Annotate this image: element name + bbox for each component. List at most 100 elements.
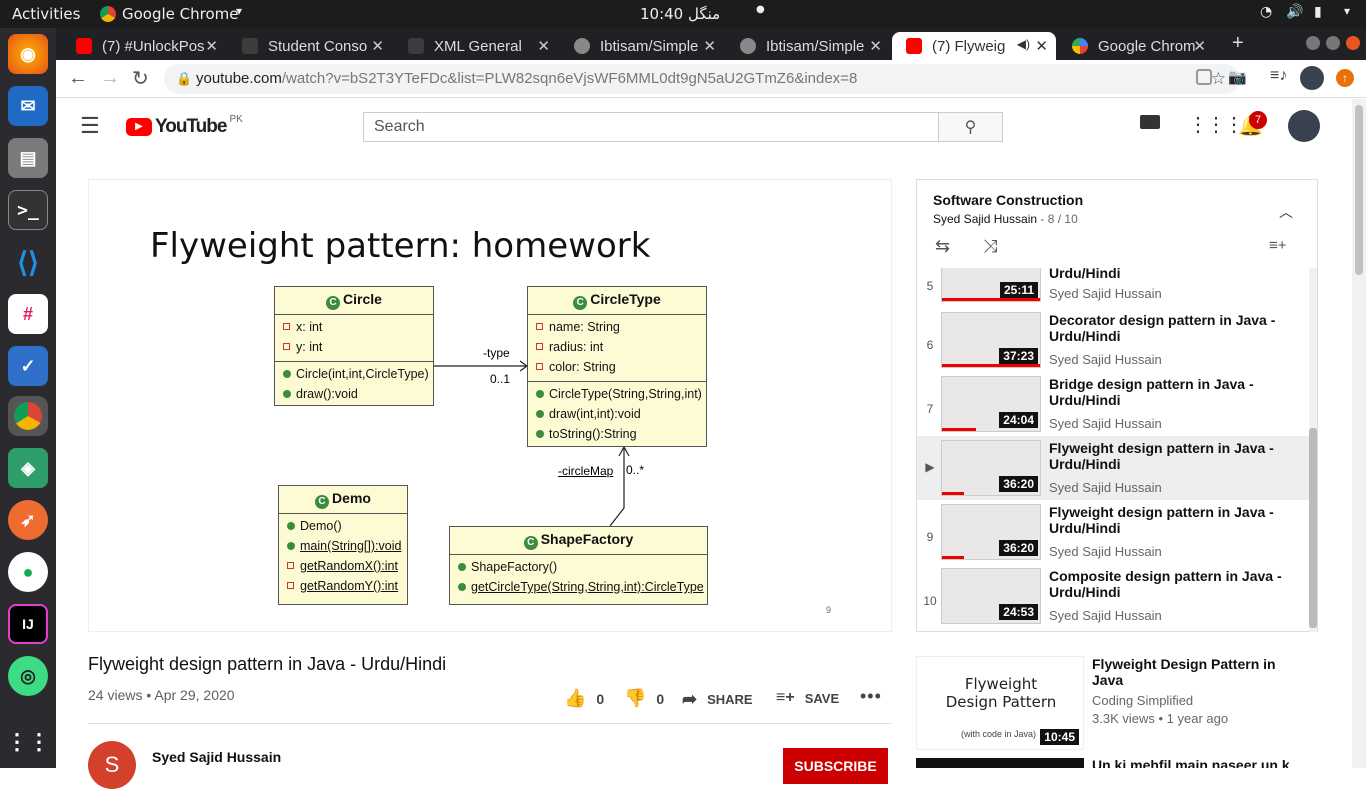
terminal-icon[interactable]: >_ xyxy=(8,190,48,230)
hamburger-menu-icon[interactable]: ☰ xyxy=(80,113,100,139)
firefox-icon[interactable]: ◉ xyxy=(8,34,48,74)
create-video-icon[interactable] xyxy=(1140,115,1160,129)
class-icon: C xyxy=(523,536,538,550)
channel-avatar[interactable]: S xyxy=(88,741,136,789)
close-tab-icon[interactable]: ✕ xyxy=(205,37,218,55)
reload-icon[interactable]: ↻ xyxy=(132,66,149,91)
forward-arrow-icon[interactable]: → xyxy=(100,67,120,90)
clock[interactable]: 10:40 منگل xyxy=(640,5,720,23)
class-icon: C xyxy=(573,296,588,310)
window-close-button[interactable] xyxy=(1346,36,1360,50)
dislike-button[interactable]: 👎 0 xyxy=(624,688,664,709)
close-tab-icon[interactable]: ✕ xyxy=(869,37,882,55)
close-tab-icon[interactable]: ✕ xyxy=(537,37,550,55)
tab-student-console[interactable]: Student Conso ✕ xyxy=(228,32,392,60)
audio-playing-icon[interactable]: ◀) xyxy=(1017,37,1030,51)
intellij-icon[interactable]: IJ xyxy=(8,604,48,644)
youtube-logo[interactable]: ▶ YouTube PK xyxy=(126,114,243,138)
youtube-favicon-icon xyxy=(76,38,92,54)
close-tab-icon[interactable]: ✕ xyxy=(1035,37,1048,55)
close-tab-icon[interactable]: ✕ xyxy=(1193,37,1206,55)
new-tab-plus-icon[interactable]: + xyxy=(1232,32,1244,55)
thunderbird-icon[interactable]: ✉ xyxy=(8,86,48,126)
tab-github-1[interactable]: Ibtisam/Simple ✕ xyxy=(560,32,724,60)
recommended-title[interactable]: Flyweight Design Pattern in Java xyxy=(1092,656,1292,688)
tab-xml-general[interactable]: XML General ✕ xyxy=(394,32,558,60)
wifi-icon[interactable]: ◔ xyxy=(1260,4,1272,20)
close-tab-icon[interactable]: ✕ xyxy=(371,37,384,55)
video-thumbnail: 24:53 xyxy=(941,568,1041,624)
thumbs-up-icon: 👍 xyxy=(564,688,587,708)
search-icon: ⚲ xyxy=(964,119,977,136)
recommended-channel[interactable]: Coding Simplified xyxy=(1092,693,1193,708)
battery-icon[interactable]: ▮ xyxy=(1314,4,1322,20)
search-input[interactable]: Search xyxy=(363,112,939,142)
like-button[interactable]: 👍 0 xyxy=(564,688,604,709)
video-title: Flyweight design pattern in Java - Urdu/… xyxy=(88,654,447,674)
save-button[interactable]: ≡+ SAVE xyxy=(776,689,839,707)
slack-icon[interactable]: # xyxy=(8,294,48,334)
system-menu-chevron-icon[interactable]: ▾ xyxy=(1344,4,1350,18)
playlist-item[interactable]: 6 37:23 Decorator design pattern in Java… xyxy=(917,312,1309,376)
recommended-title[interactable]: Un ki mehfil main naseer un k xyxy=(1092,758,1292,768)
watch-progress xyxy=(942,492,964,495)
window-maximize-button[interactable] xyxy=(1326,36,1340,50)
recommended-thumbnail[interactable] xyxy=(916,758,1084,768)
now-playing-icon: ▶ xyxy=(925,460,935,474)
app-menu[interactable]: Google Chrome xyxy=(122,5,239,23)
playlist-scrollbar[interactable] xyxy=(1309,268,1317,632)
close-tab-icon[interactable]: ✕ xyxy=(703,37,716,55)
tab-flyweight-active[interactable]: (7) Flyweig ◀) ✕ xyxy=(892,32,1056,60)
show-apps-grid-icon[interactable]: ⋮⋮ xyxy=(6,722,50,762)
playlist-title[interactable]: Software Construction xyxy=(933,192,1083,208)
recommended-thumbnail[interactable]: Flyweight Design Pattern (with code in J… xyxy=(916,656,1084,750)
shuffle-icon[interactable]: ⤨ xyxy=(983,236,997,257)
android-studio-icon[interactable]: ◎ xyxy=(8,656,48,696)
loop-playlist-icon[interactable]: ⇆ xyxy=(935,236,950,257)
playlist-item[interactable]: 10 24:53 Composite design pattern in Jav… xyxy=(917,568,1309,632)
files-icon[interactable]: ▤ xyxy=(8,138,48,178)
tab-google-chrome[interactable]: Google Chrom ✕ xyxy=(1058,32,1214,60)
playlist-item[interactable]: 7 24:04 Bridge design pattern in Java - … xyxy=(917,376,1309,440)
address-bar[interactable]: 🔒 youtube.com/watch?v=bS2T3YTeFDc&list=P… xyxy=(164,64,1240,94)
update-menu-icon[interactable]: ↑ xyxy=(1336,69,1354,87)
window-minimize-button[interactable] xyxy=(1306,36,1320,50)
share-button[interactable]: ➦ SHARE xyxy=(682,689,753,710)
subscribe-button[interactable]: SUBSCRIBE xyxy=(783,748,888,784)
playlist-add-icon: ≡+ xyxy=(776,689,795,706)
save-playlist-icon[interactable]: ≡+ xyxy=(1269,237,1287,254)
notification-count-badge: 7 xyxy=(1249,111,1267,129)
page-scrollbar[interactable] xyxy=(1352,99,1366,768)
bookmark-star-icon[interactable]: ☆ xyxy=(1211,64,1226,94)
video-player[interactable]: Flyweight pattern: homework -type 0..1 -… xyxy=(88,179,892,632)
screenshot-extension-icon[interactable]: 📷 xyxy=(1228,68,1247,86)
volume-icon[interactable]: 🔊 xyxy=(1286,4,1303,20)
playlist-item[interactable]: 9 36:20 Flyweight design pattern in Java… xyxy=(917,504,1309,568)
tab-github-2[interactable]: Ibtisam/Simple ✕ xyxy=(726,32,890,60)
extension-icon[interactable] xyxy=(1196,69,1212,85)
profile-avatar[interactable] xyxy=(1300,66,1324,90)
public-method-icon xyxy=(536,410,544,418)
account-avatar[interactable] xyxy=(1288,110,1320,142)
video-thumbnail: 24:04 xyxy=(941,376,1041,432)
more-actions-icon[interactable]: ••• xyxy=(860,686,882,707)
tab-unlockpos[interactable]: (7) #UnlockPos ✕ xyxy=(62,32,226,60)
postman-icon[interactable]: ➶ xyxy=(8,500,48,540)
gitkraken-icon[interactable]: ◈ xyxy=(8,448,48,488)
mongodb-compass-icon[interactable]: ● xyxy=(8,552,48,592)
collapse-chevron-icon[interactable]: ︿ xyxy=(1279,202,1293,222)
media-controls-icon[interactable]: ≡♪ xyxy=(1270,67,1287,85)
tasks-icon[interactable]: ✓ xyxy=(8,346,48,386)
apps-grid-icon[interactable]: ⋮⋮⋮ xyxy=(1188,112,1244,137)
scrollbar-thumb[interactable] xyxy=(1355,105,1363,275)
back-arrow-icon[interactable]: ← xyxy=(68,67,88,90)
vscode-icon[interactable]: ⟨⟩ xyxy=(8,242,48,282)
playlist-item-current[interactable]: ▶ 36:20 Flyweight design pattern in Java… xyxy=(917,436,1309,500)
playlist-item[interactable]: 5 25:11 Urdu/Hindi Syed Sajid Hussain xyxy=(917,268,1309,310)
private-field-icon xyxy=(536,323,543,330)
activities-button[interactable]: Activities xyxy=(12,5,80,23)
chrome-dock-icon[interactable] xyxy=(8,396,48,436)
channel-name[interactable]: Syed Sajid Hussain xyxy=(152,749,281,765)
search-button[interactable]: ⚲ xyxy=(938,112,1003,142)
scrollbar-thumb[interactable] xyxy=(1309,428,1317,628)
